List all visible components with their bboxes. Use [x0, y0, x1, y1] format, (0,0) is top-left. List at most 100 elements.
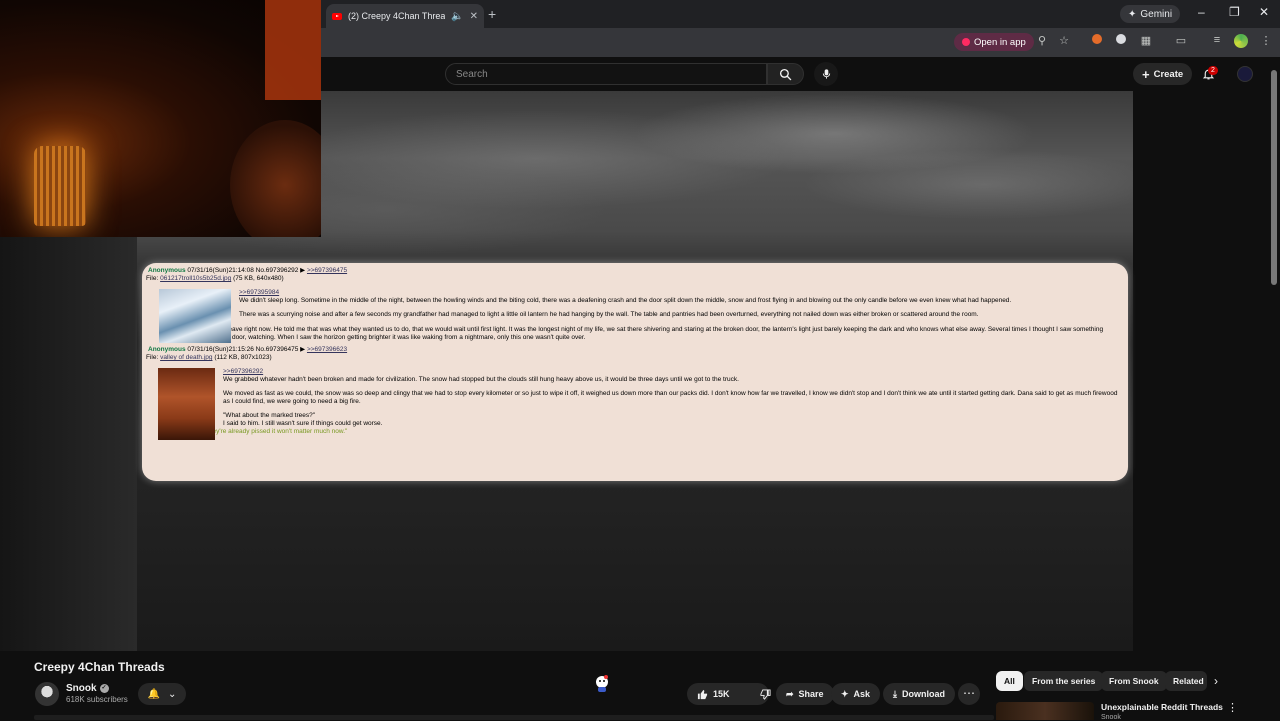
close-window-icon[interactable]: ✕: [1259, 5, 1269, 19]
extension-white-icon[interactable]: [1113, 34, 1129, 47]
browser-tab[interactable]: (2) Creepy 4Chan Threads 🔈 ✕: [326, 4, 484, 28]
tab-title: (2) Creepy 4Chan Threads: [348, 11, 446, 21]
minimize-icon[interactable]: –: [1198, 5, 1205, 19]
post-paragraph: We grabbed whatever hadn't been broken a…: [223, 376, 739, 383]
post-header: Anonymous 07/31/16(Sun)21:14:08 No.69739…: [146, 267, 1118, 275]
thumbs-down-icon: [759, 688, 771, 700]
page-right-area: [1133, 91, 1280, 651]
file-name: 061217troll10s5b25d.jpg: [160, 275, 232, 282]
extensions-puzzle-icon[interactable]: ▦: [1138, 34, 1154, 47]
file-size: (75 KB, 640x480): [233, 275, 284, 282]
webcam-overlay: [0, 0, 321, 237]
chip-from-series[interactable]: From the series: [1024, 671, 1104, 691]
page-scrollbar[interactable]: [1271, 70, 1277, 285]
channel-avatar[interactable]: [35, 682, 59, 706]
more-actions-button[interactable]: ⋯: [958, 683, 980, 705]
reply-link: >>697396623: [306, 346, 348, 353]
reply-link: >>697396475: [306, 267, 348, 274]
close-tab-icon[interactable]: ✕: [470, 11, 478, 22]
post-file-info: File: 061217troll10s5b25d.jpg (75 KB, 64…: [146, 275, 284, 282]
zoom-icon[interactable]: ⚲: [1034, 34, 1050, 47]
post-meta: 07/31/16(Sun)21:15:26 No.697396475 ▶: [187, 346, 306, 353]
like-button[interactable]: 15K: [687, 683, 740, 705]
browser-menu-icon[interactable]: ⋮: [1258, 34, 1274, 47]
like-count: 15K: [713, 689, 730, 699]
post-paragraph: There was a scurrying noise and after a …: [239, 311, 979, 318]
post-file-info: File: valley of death.jpg (112 KB, 807x1…: [146, 354, 272, 361]
chip-from-snook[interactable]: From Snook: [1101, 671, 1167, 691]
post-paragraph: "What about the marked trees?": [223, 412, 316, 419]
quote-link: >>697395984: [239, 289, 280, 296]
chip-related[interactable]: Related: [1165, 671, 1207, 691]
thread-screenshot: Anonymous 07/31/16(Sun)21:14:08 No.69739…: [142, 263, 1128, 481]
poster-name: Anonymous: [148, 346, 186, 353]
bookmark-star-icon[interactable]: ☆: [1056, 34, 1072, 47]
post-paragraph: We moved as fast as we could, the snow w…: [223, 390, 1118, 405]
lamp-image: [34, 146, 86, 226]
channel-name[interactable]: Snook ✓: [66, 683, 109, 694]
open-in-app-label: Open in app: [974, 36, 1026, 48]
file-size: (112 KB, 807x1023): [214, 354, 272, 361]
browser-toolbar: [321, 28, 1280, 57]
post-thumbnail-waterfall: [159, 289, 231, 343]
post-meta: 07/31/16(Sun)21:14:08 No.697396292 ▶: [187, 267, 306, 274]
download-icon: ⤓: [893, 688, 897, 699]
poster-name: Anonymous: [148, 267, 186, 274]
open-in-app-button[interactable]: Open in app: [954, 33, 1034, 51]
account-avatar[interactable]: [1237, 66, 1253, 82]
thumbs-up-icon: [697, 689, 708, 699]
post-thumbnail-canyon: [158, 368, 215, 440]
subscriber-count: 618K subscribers: [66, 695, 128, 704]
greentext-line: >"Fuck them, they're already pissed it w…: [167, 428, 348, 435]
verified-check-icon: ✓: [99, 684, 109, 693]
youtube-favicon-icon: [332, 12, 342, 20]
search-icon: [779, 68, 792, 80]
post-paragraph: I asked if we should leave right now. He…: [168, 326, 1104, 341]
share-button[interactable]: ➦ Share: [776, 683, 834, 705]
file-name: valley of death.jpg: [160, 354, 213, 361]
download-button[interactable]: ⤓ Download: [883, 683, 955, 705]
video-left-edge: [0, 237, 137, 651]
thread-post-2: Anonymous 07/31/16(Sun)21:15:26 No.69739…: [146, 346, 1118, 440]
share-arrow-icon: ➦: [786, 688, 794, 699]
chip-all[interactable]: All: [996, 671, 1023, 691]
create-button[interactable]: + Create: [1133, 63, 1193, 85]
ask-button[interactable]: ✦ Ask: [831, 683, 881, 705]
post-header: Anonymous 07/31/16(Sun)21:15:26 No.69739…: [146, 346, 1118, 354]
chevron-right-icon[interactable]: ›: [1214, 674, 1218, 688]
related-more-icon[interactable]: ⋮: [1227, 701, 1238, 714]
related-video-title[interactable]: Unexplainable Reddit Threads: [1101, 702, 1223, 712]
search-button[interactable]: [767, 63, 804, 85]
tab-search-icon[interactable]: ≡: [1209, 34, 1225, 46]
video-title: Creepy 4Chan Threads: [34, 660, 165, 674]
create-label: Create: [1153, 68, 1184, 80]
voice-search-button[interactable]: [814, 62, 838, 86]
related-video-thumbnail[interactable]: [996, 702, 1094, 720]
gemini-label: Gemini: [1140, 8, 1173, 20]
new-tab-button[interactable]: +: [488, 6, 496, 22]
mascot-sticker-icon: [592, 673, 612, 693]
subscription-bell-button[interactable]: 🔔 ⌄: [138, 683, 186, 705]
thread-post-1: Anonymous 07/31/16(Sun)21:14:08 No.69739…: [146, 267, 1118, 343]
bell-icon: 🔔: [147, 688, 161, 700]
chevron-down-icon: ⌄: [168, 688, 177, 700]
cast-icon[interactable]: ▭: [1173, 34, 1189, 47]
youtube-app-icon: [962, 38, 970, 46]
search-placeholder: Search: [456, 68, 488, 80]
microphone-icon: [822, 69, 830, 79]
profile-avatar-icon[interactable]: [1233, 34, 1249, 51]
notification-badge: 2: [1208, 66, 1218, 75]
post-paragraph: I said to him. I still wasn't sure if th…: [223, 420, 383, 427]
restore-icon[interactable]: ❐: [1229, 5, 1240, 19]
quote-link: >>697396292: [223, 368, 264, 375]
gemini-sparkle-icon: ✦: [1128, 8, 1137, 20]
extension-orange-icon[interactable]: [1089, 34, 1105, 47]
sparkle-icon: ✦: [841, 688, 849, 699]
description-box-edge: [34, 715, 994, 720]
post-body: >>697396292 We grabbed whatever hadn't b…: [167, 368, 1118, 436]
gemini-button[interactable]: ✦ Gemini: [1120, 5, 1181, 23]
search-input[interactable]: Search: [445, 63, 767, 85]
plus-icon: +: [1142, 66, 1150, 82]
like-dislike-group: 15K: [687, 683, 771, 705]
speaker-icon[interactable]: 🔈: [451, 11, 463, 22]
